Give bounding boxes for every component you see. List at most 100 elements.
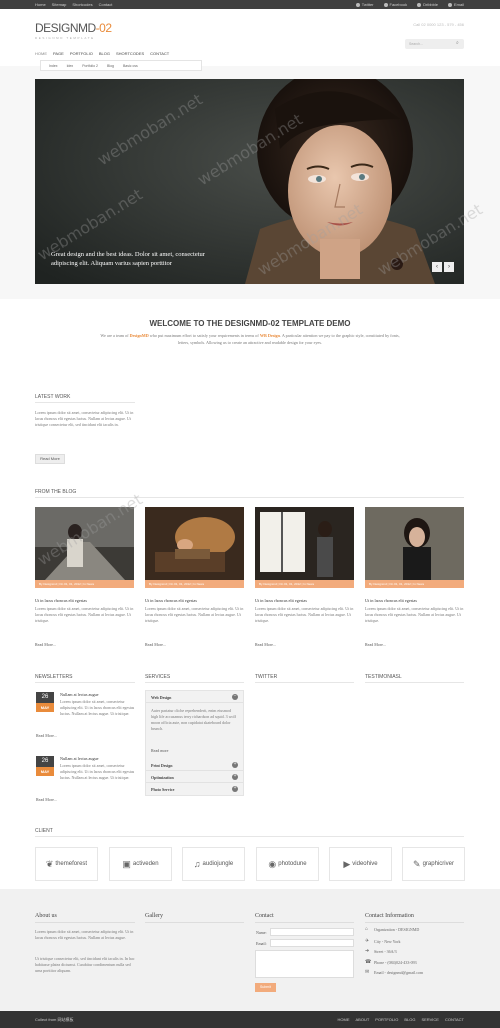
search-input[interactable]: Search... ⌕ bbox=[405, 39, 464, 49]
nav-contact[interactable]: CONTACT bbox=[150, 51, 169, 56]
divider bbox=[35, 682, 135, 683]
blog-post-meta: By Designmd | On 01, 01, 2012 | In News bbox=[145, 580, 244, 588]
info-street: ➜ Street - 36A/3 bbox=[365, 948, 397, 955]
divider bbox=[365, 922, 464, 923]
email-icon bbox=[447, 2, 452, 7]
twitter-link[interactable]: Twitter bbox=[355, 2, 374, 7]
home-icon: ⌂ bbox=[365, 927, 369, 932]
footer-link-home[interactable]: HOME bbox=[338, 1017, 350, 1022]
dribbble-link[interactable]: Dribbble bbox=[417, 2, 438, 7]
top-link-home[interactable]: Home bbox=[35, 2, 46, 7]
accordion-header-web-design[interactable]: Web Design − bbox=[146, 691, 243, 703]
top-link-shortcodes[interactable]: Shortcodes bbox=[72, 2, 92, 7]
blog-post-title[interactable]: Ut in lacus rhoncus elit egestas bbox=[255, 598, 307, 603]
accordion-header-photo-service[interactable]: Photo Service + bbox=[146, 783, 243, 795]
nav-home[interactable]: HOME bbox=[35, 51, 47, 56]
nav-page[interactable]: PAGE bbox=[53, 51, 64, 56]
email-field[interactable] bbox=[270, 939, 354, 947]
blog-title: FROM THE BLOG bbox=[35, 489, 77, 495]
footer-link-service[interactable]: SERVICE bbox=[421, 1017, 439, 1022]
slider-next-button[interactable]: › bbox=[444, 262, 454, 272]
slider-prev-button[interactable]: ‹ bbox=[432, 262, 442, 272]
subnav-index[interactable]: Index bbox=[49, 64, 58, 68]
logo[interactable]: DESIGNMD-02 bbox=[35, 21, 112, 35]
newsletter-read-more-link[interactable]: Read More... bbox=[36, 797, 57, 802]
blog-post-text: Lorem ipsum dolor sit amet, consectetur … bbox=[255, 606, 354, 623]
accordion-header-print-design[interactable]: Print Design + bbox=[146, 759, 243, 771]
footer-links: HOME ABOUT PORTFOLIO BLOG SERVICE CONTAC… bbox=[338, 1017, 465, 1022]
blog-read-more-link[interactable]: Read More... bbox=[35, 642, 56, 647]
search-icon[interactable]: ⌕ bbox=[456, 41, 461, 46]
client-logo-graphicriver[interactable]: ✎ graphicriver bbox=[402, 847, 465, 881]
blog-post-title[interactable]: Ut in lacus rhoncus elit egestas bbox=[365, 598, 417, 603]
welcome-title: WELCOME TO THE DESIGNMD-02 TEMPLATE DEMO bbox=[149, 319, 351, 328]
facebook-icon bbox=[383, 2, 388, 7]
video-icon: ▶ bbox=[343, 858, 351, 869]
blog-post-title[interactable]: Ut in lacus rhoncus elit egestas bbox=[35, 598, 87, 603]
newsletter-text: Lorem ipsum dolor sit amet, consectetur … bbox=[60, 699, 135, 716]
accordion-header-optimization[interactable]: Optimization + bbox=[146, 771, 243, 783]
testimonial-title: TESTIMONIASL bbox=[365, 674, 402, 680]
newsletter-read-more-link[interactable]: Read More... bbox=[36, 733, 57, 738]
latest-work-read-more-button[interactable]: Read More bbox=[35, 454, 65, 464]
blog-post-image[interactable] bbox=[35, 507, 134, 580]
subnav-blog[interactable]: Blog bbox=[107, 64, 114, 68]
email-link[interactable]: Email bbox=[447, 2, 464, 7]
blog-post-image[interactable] bbox=[255, 507, 354, 580]
client-logo-activeden[interactable]: ▣ activeden bbox=[109, 847, 172, 881]
welcome-intro: We are a team of DesignMD who put maximu… bbox=[100, 333, 400, 345]
blog-post-meta: By Designmd | On 01, 01, 2012 | In News bbox=[365, 580, 464, 588]
subnav-basic-css[interactable]: Basic css bbox=[123, 64, 138, 68]
blog-read-more-link[interactable]: Read More... bbox=[145, 642, 166, 647]
footer-link-portfolio[interactable]: PORTFOLIO bbox=[375, 1017, 398, 1022]
copyright-bar: Collect from 网站模板 HOME ABOUT PORTFOLIO B… bbox=[0, 1011, 500, 1028]
mail-icon: ✉ bbox=[365, 970, 370, 975]
accordion-body: Auter pariatur cliche reprehenderit, eni… bbox=[151, 708, 236, 731]
expand-icon[interactable]: + bbox=[232, 762, 238, 768]
expand-icon[interactable]: + bbox=[232, 774, 238, 780]
search-placeholder: Search... bbox=[409, 42, 424, 46]
accordion-read-more-link[interactable]: Read more bbox=[151, 748, 168, 753]
footer-contact-title: Contact bbox=[255, 913, 274, 919]
client-logo-audiojungle[interactable]: ♫ audiojungle bbox=[182, 847, 245, 881]
client-logo-themeforest[interactable]: ❦ themeforest bbox=[35, 847, 98, 881]
blog-read-more-link[interactable]: Read More... bbox=[365, 642, 386, 647]
twitter-icon bbox=[355, 2, 360, 7]
top-link-sitemap[interactable]: Sitemap bbox=[52, 2, 67, 7]
footer-link-blog[interactable]: BLOG bbox=[404, 1017, 415, 1022]
divider bbox=[35, 836, 464, 837]
newsletter-title[interactable]: Nullam at lectus augue bbox=[60, 692, 99, 697]
submit-button[interactable]: Submit bbox=[255, 983, 276, 992]
footer-link-contact[interactable]: CONTACT bbox=[445, 1017, 464, 1022]
newsletter-title[interactable]: Nullam at lectus augue bbox=[60, 756, 99, 761]
blog-post-image[interactable] bbox=[145, 507, 244, 580]
top-link-contact[interactable]: Contact bbox=[99, 2, 113, 7]
message-textarea[interactable] bbox=[255, 950, 354, 978]
divider bbox=[365, 682, 464, 683]
info-phone: ☎ Phone - (084)024-433-093 bbox=[365, 959, 417, 966]
phone-icon: ☎ bbox=[365, 960, 372, 965]
footer-link-about[interactable]: ABOUT bbox=[356, 1017, 370, 1022]
collapse-icon[interactable]: − bbox=[232, 694, 238, 700]
info-email: ✉ Email - designmd@gmail.com bbox=[365, 969, 424, 976]
blog-post-title[interactable]: Ut in lacus rhoncus elit egestas bbox=[145, 598, 197, 603]
blog-read-more-link[interactable]: Read More... bbox=[255, 642, 276, 647]
name-field[interactable] bbox=[270, 928, 354, 936]
facebook-link[interactable]: Facebook bbox=[383, 2, 407, 7]
expand-icon[interactable]: + bbox=[232, 786, 238, 792]
subnav-portfolio2[interactable]: Portfolio 2 bbox=[82, 64, 98, 68]
blog-post-text: Lorem ipsum dolor sit amet, consectetur … bbox=[145, 606, 244, 623]
nav-shortcodes[interactable]: SHORTCODES bbox=[116, 51, 144, 56]
main-nav: HOME PAGE PORTFOLIO BLOG SHORTCODES CONT… bbox=[35, 51, 169, 56]
divider bbox=[145, 922, 244, 923]
blog-post-image[interactable] bbox=[365, 507, 464, 580]
info-city: ✈ City - New York bbox=[365, 938, 401, 945]
nav-blog[interactable]: BLOG bbox=[99, 51, 110, 56]
client-logo-videohive[interactable]: ▶ videohive bbox=[329, 847, 392, 881]
blog-post-meta: By Designmd | On 01, 01, 2012 | In News bbox=[35, 580, 134, 588]
subnav-idex[interactable]: Idex bbox=[67, 64, 74, 68]
client-logo-photodune[interactable]: ◉ photodune bbox=[256, 847, 319, 881]
nav-dropdown: Index Idex Portfolio 2 Blog Basic css bbox=[40, 60, 202, 71]
nav-portfolio[interactable]: PORTFOLIO bbox=[70, 51, 93, 56]
hero-slider: Great design and the best ideas. Dolor s… bbox=[35, 79, 464, 284]
